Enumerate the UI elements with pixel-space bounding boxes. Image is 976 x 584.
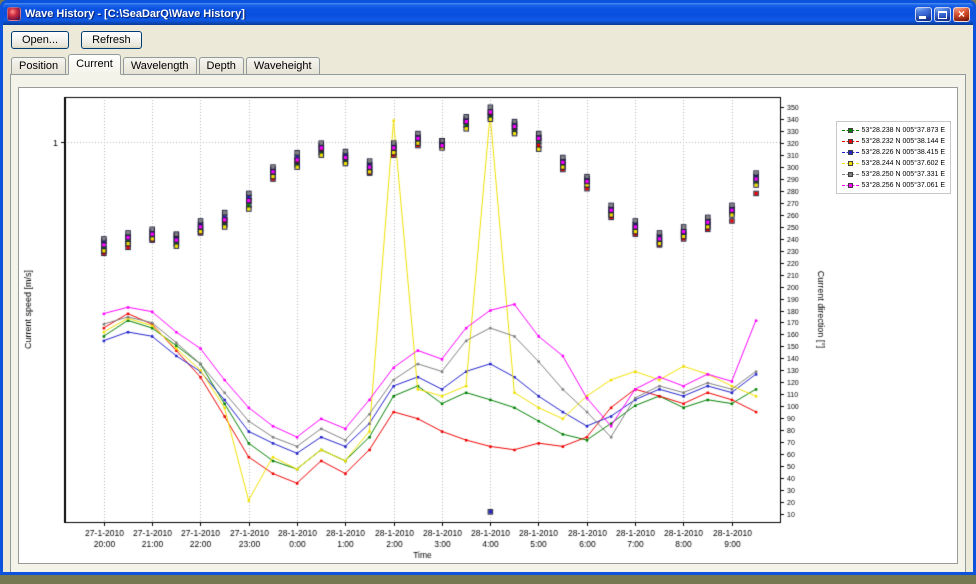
tab-depth[interactable]: Depth: [199, 57, 244, 75]
maximize-button[interactable]: [934, 7, 951, 22]
tab-wavelength[interactable]: Wavelength: [123, 57, 197, 75]
legend-line-marker-icon: [842, 185, 859, 186]
legend-line-marker-icon: [842, 130, 859, 131]
desktop-strip: [0, 575, 976, 584]
tab-strip: PositionCurrentWavelengthDepthWaveheight: [3, 54, 973, 75]
legend-label: 53°28.256 N 005°37.061 E: [862, 182, 945, 189]
legend-item: 53°28.244 N 005°37.602 E: [842, 159, 945, 167]
close-icon: ×: [958, 8, 965, 21]
open-button[interactable]: Open...: [11, 31, 69, 49]
legend-item: 53°28.256 N 005°37.061 E: [842, 181, 945, 189]
window-title: Wave History - [C:\SeaDarQ\Wave History]: [25, 8, 911, 20]
tab-waveheight[interactable]: Waveheight: [246, 57, 320, 75]
legend-label: 53°28.226 N 005°38.415 E: [862, 149, 945, 156]
minimize-icon: [919, 16, 926, 19]
legend-item: 53°28.250 N 005°37.331 E: [842, 170, 945, 178]
title-bar[interactable]: Wave History - [C:\SeaDarQ\Wave History]…: [3, 3, 973, 25]
tab-panel: 53°28.238 N 005°37.873 E 53°28.232 N 005°…: [10, 74, 966, 573]
legend-label: 53°28.238 N 005°37.873 E: [862, 127, 945, 134]
legend-item: 53°28.232 N 005°38.144 E: [842, 137, 945, 145]
tab-current[interactable]: Current: [68, 54, 121, 75]
tab-position[interactable]: Position: [11, 57, 66, 75]
legend-line-marker-icon: [842, 141, 859, 142]
window-controls: ×: [915, 7, 970, 22]
chart-area: 53°28.238 N 005°37.873 E 53°28.232 N 005°…: [18, 87, 958, 564]
close-button[interactable]: ×: [953, 7, 970, 22]
legend-item: 53°28.238 N 005°37.873 E: [842, 126, 945, 134]
toolbar: Open... Refresh: [3, 25, 973, 54]
legend-label: 53°28.250 N 005°37.331 E: [862, 171, 945, 178]
app-window: Wave History - [C:\SeaDarQ\Wave History]…: [0, 0, 976, 575]
chart-legend: 53°28.238 N 005°37.873 E 53°28.232 N 005°…: [836, 121, 951, 194]
legend-line-marker-icon: [842, 163, 859, 164]
refresh-button[interactable]: Refresh: [81, 31, 142, 49]
minimize-button[interactable]: [915, 7, 932, 22]
legend-line-marker-icon: [842, 174, 859, 175]
app-icon: [7, 7, 21, 21]
legend-label: 53°28.232 N 005°38.144 E: [862, 138, 945, 145]
legend-line-marker-icon: [842, 152, 859, 153]
legend-item: 53°28.226 N 005°38.415 E: [842, 148, 945, 156]
maximize-icon: [938, 11, 947, 19]
legend-label: 53°28.244 N 005°37.602 E: [862, 160, 945, 167]
chart-canvas: [20, 89, 844, 562]
